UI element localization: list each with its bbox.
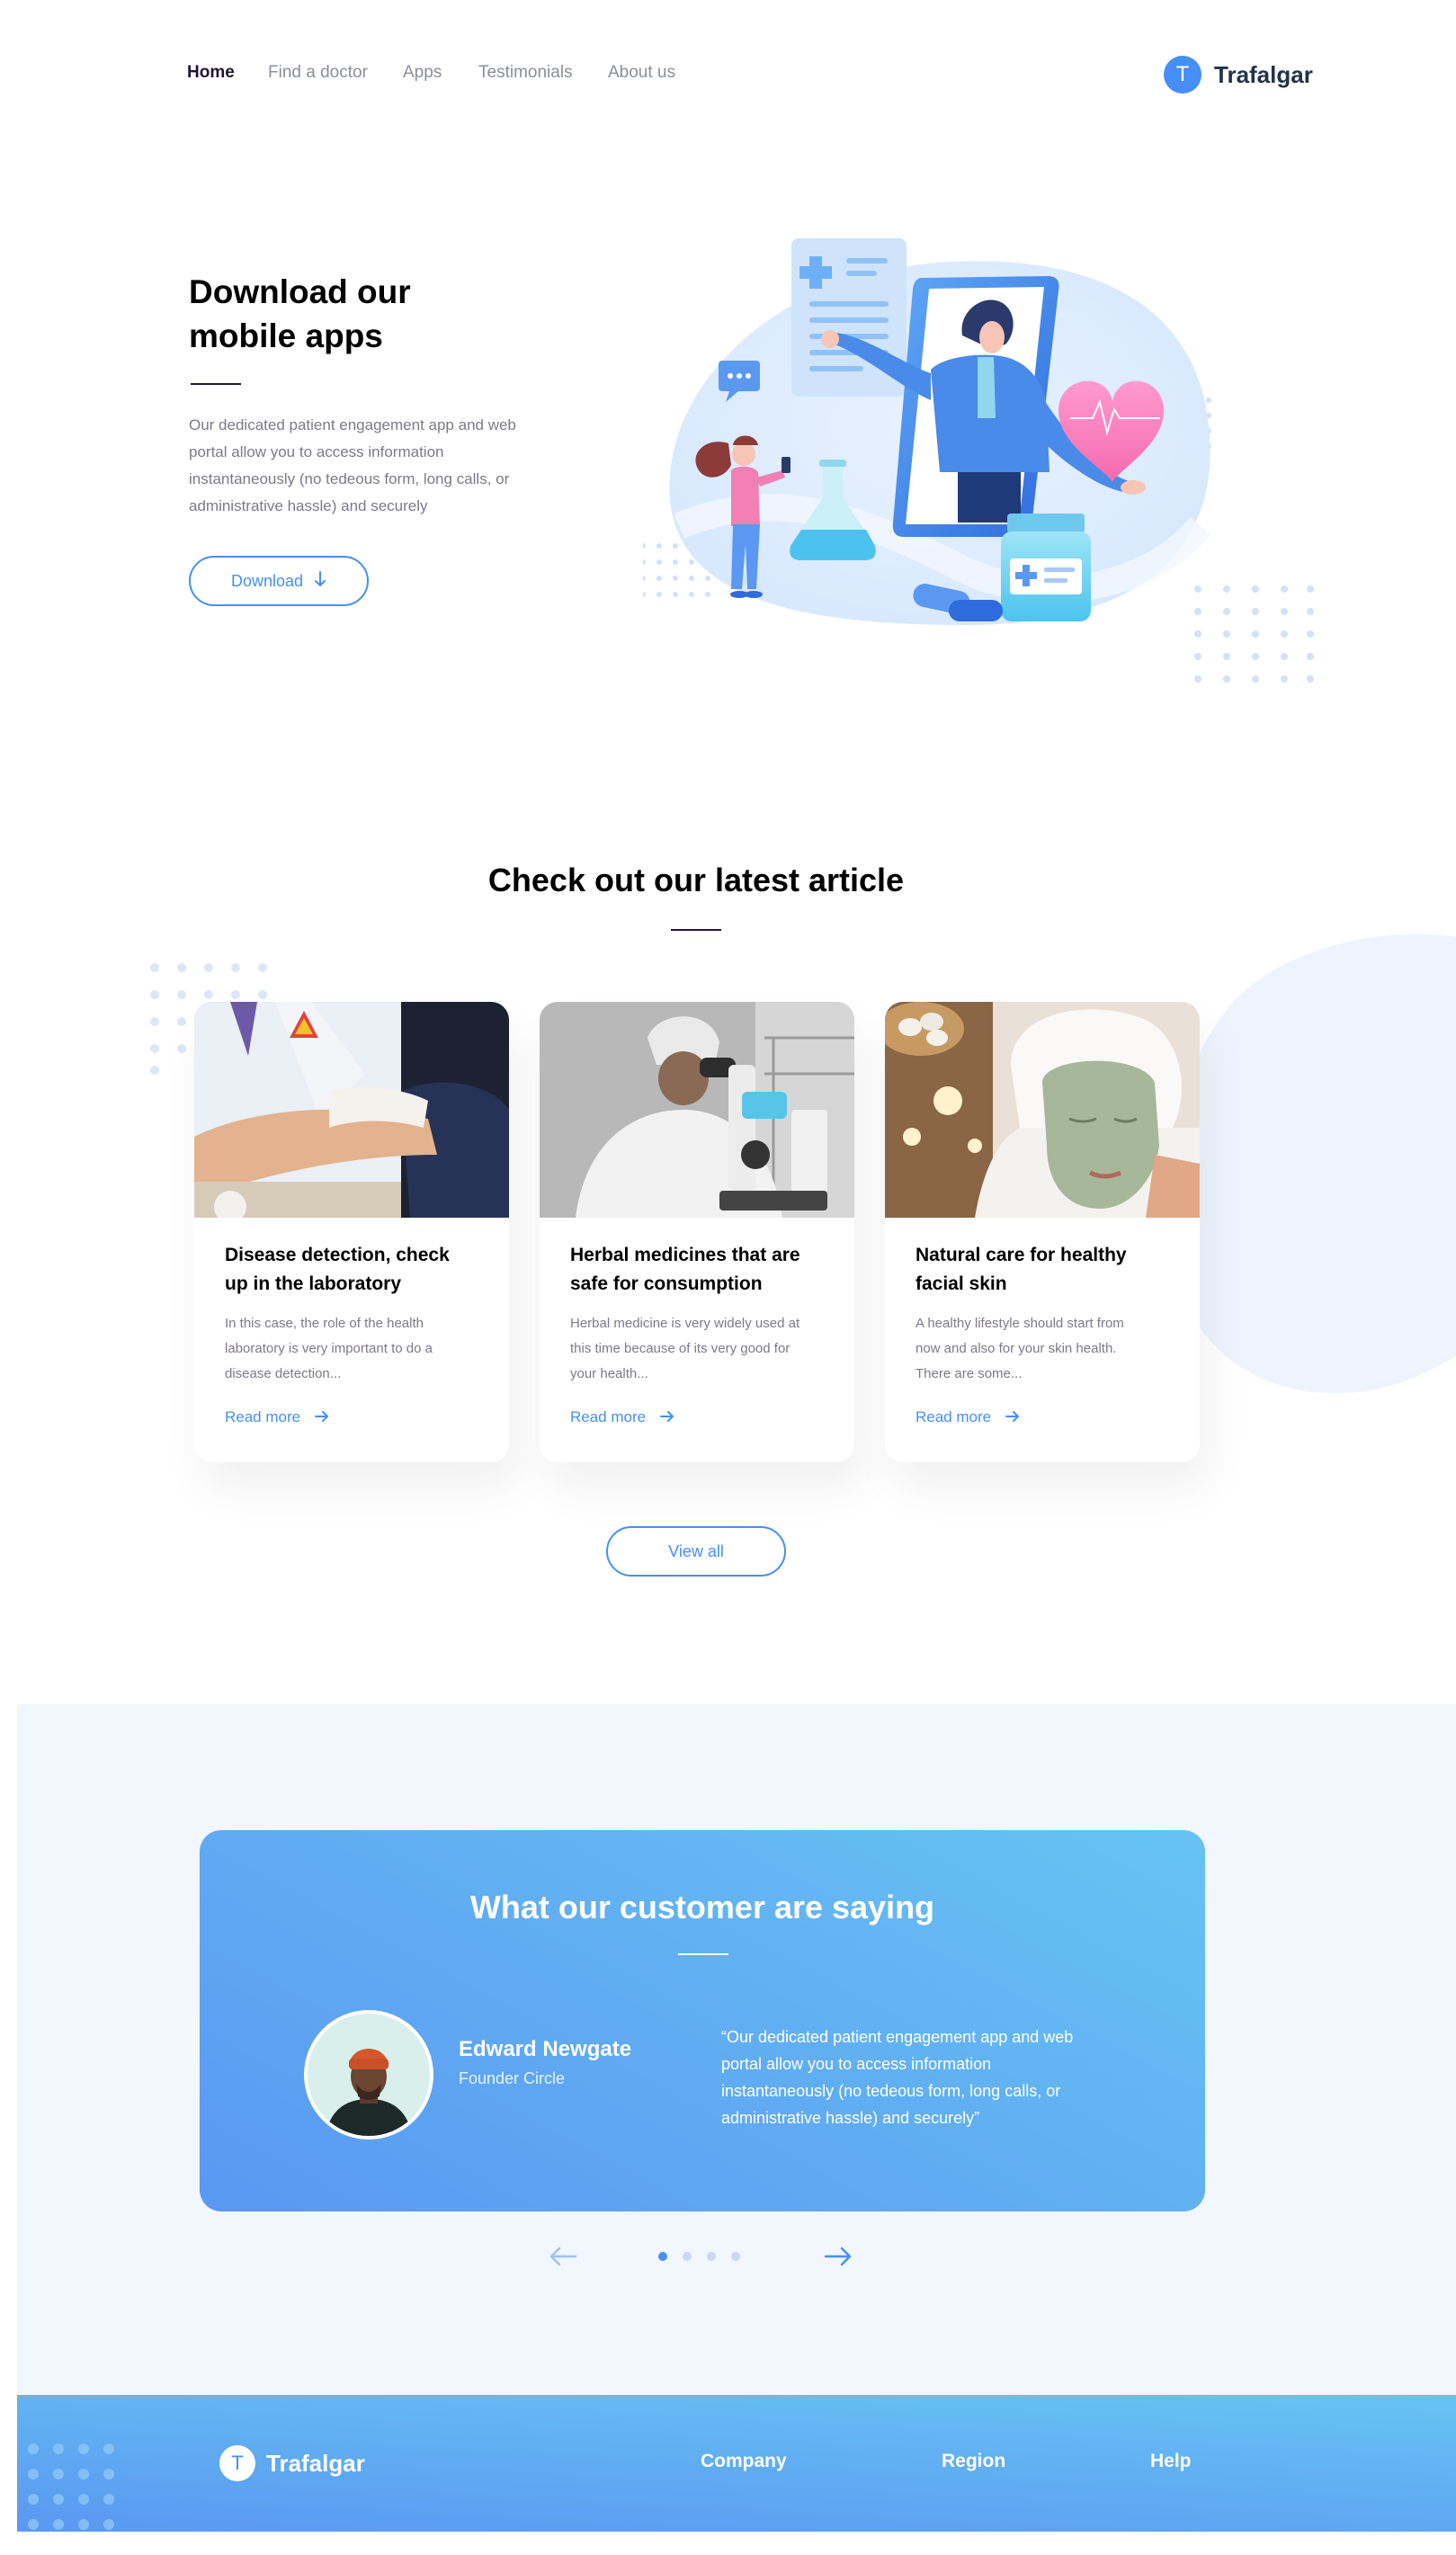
nav-link-apps[interactable]: Apps bbox=[403, 63, 442, 83]
article-image-facial bbox=[885, 1002, 1200, 1218]
nav-link-testimonials[interactable]: Testimonials bbox=[478, 63, 573, 83]
article-title: Herbal medicines that are safe for consu… bbox=[570, 1245, 800, 1294]
hero-illustration bbox=[640, 229, 1326, 697]
next-arrow-icon[interactable] bbox=[824, 2246, 853, 2267]
download-button[interactable]: Download bbox=[189, 556, 369, 606]
testimonial-divider bbox=[678, 1953, 728, 1955]
hero-description: Our dedicated patient engagement app and… bbox=[189, 416, 516, 514]
footer-decorative-dots bbox=[17, 2440, 134, 2532]
article-description: In this case, the role of the health lab… bbox=[225, 1316, 433, 1381]
article-card[interactable]: Disease detection, check up in the labor… bbox=[194, 1002, 509, 1462]
carousel-dot-4[interactable] bbox=[731, 2252, 740, 2261]
carousel-dot-1[interactable] bbox=[658, 2252, 667, 2261]
article-card[interactable]: Herbal medicines that are safe for consu… bbox=[540, 1002, 854, 1462]
nav-link-home[interactable]: Home bbox=[187, 63, 235, 83]
previous-arrow-icon[interactable] bbox=[549, 2246, 577, 2267]
footer-link-company[interactable]: Company bbox=[701, 2451, 787, 2472]
avatar bbox=[304, 2010, 433, 2140]
footer-brand-name: Trafalgar bbox=[266, 2449, 365, 2477]
arrow-right-icon bbox=[1005, 1408, 1020, 1426]
arrow-down-icon bbox=[314, 570, 326, 592]
read-more-label: Read more bbox=[570, 1408, 647, 1425]
read-more-link[interactable]: Read more bbox=[225, 1408, 329, 1426]
footer: T Trafalgar Company Region Help bbox=[17, 2395, 1456, 2532]
brand-logo[interactable]: T Trafalgar bbox=[1164, 56, 1313, 94]
article-image-lab bbox=[194, 1002, 509, 1218]
testimonial-quote: “Our dedicated patient engagement app an… bbox=[721, 2028, 1074, 2127]
testimonial-card: What our customer are saying Edward Newg… bbox=[200, 1830, 1205, 2211]
footer-link-region[interactable]: Region bbox=[942, 2451, 1005, 2472]
read-more-link[interactable]: Read more bbox=[916, 1408, 1020, 1426]
article-card[interactable]: Natural care for healthy facial skin A h… bbox=[885, 1002, 1200, 1462]
article-image-microscope bbox=[540, 1002, 854, 1218]
brand-logo-icon: T bbox=[1164, 56, 1201, 94]
nav-link-find-a-doctor[interactable]: Find a doctor bbox=[268, 63, 368, 83]
article-title: Natural care for healthy facial skin bbox=[916, 1245, 1127, 1294]
footer-brand[interactable]: T Trafalgar bbox=[219, 2445, 365, 2481]
view-all-button[interactable]: View all bbox=[606, 1526, 786, 1577]
arrow-right-icon bbox=[660, 1408, 674, 1426]
article-description: Herbal medicine is very widely used at t… bbox=[570, 1316, 800, 1381]
nav-link-about-us[interactable]: About us bbox=[608, 63, 675, 83]
arrow-right-icon bbox=[315, 1408, 329, 1426]
testimonial-author-role: Founder Circle bbox=[459, 2069, 566, 2087]
articles-title: Check out our latest article bbox=[487, 862, 905, 898]
carousel-dot-2[interactable] bbox=[683, 2252, 692, 2261]
testimonial-title: What our customer are saying bbox=[469, 1889, 935, 1925]
view-all-label: View all bbox=[668, 1541, 724, 1560]
article-title: Disease detection, check up in the labor… bbox=[225, 1245, 450, 1294]
hero-divider bbox=[191, 383, 241, 385]
read-more-label: Read more bbox=[916, 1408, 992, 1425]
download-button-label: Download bbox=[230, 571, 304, 590]
carousel-dot-3[interactable] bbox=[707, 2252, 716, 2261]
footer-link-help[interactable]: Help bbox=[1150, 2451, 1192, 2472]
hero-title: Download our mobile apps bbox=[189, 273, 411, 354]
read-more-label: Read more bbox=[225, 1408, 301, 1425]
footer-brand-icon: T bbox=[219, 2445, 255, 2481]
article-description: A healthy lifestyle should start from no… bbox=[916, 1316, 1124, 1381]
read-more-link[interactable]: Read more bbox=[570, 1408, 674, 1426]
brand-name: Trafalgar bbox=[1214, 60, 1313, 88]
testimonial-author-name: Edward Newgate bbox=[459, 2037, 632, 2061]
articles-divider bbox=[671, 929, 721, 931]
